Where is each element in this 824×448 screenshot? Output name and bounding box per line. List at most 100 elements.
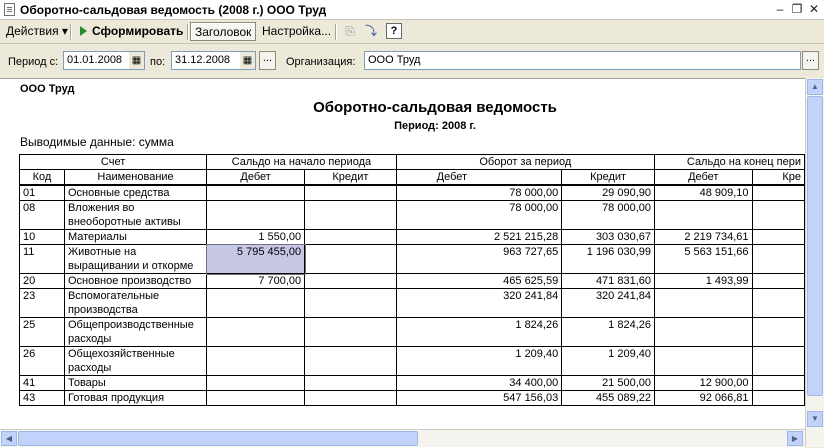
copy-icon[interactable]: ⎘ bbox=[341, 23, 359, 40]
close-button[interactable]: ✕ bbox=[806, 2, 822, 17]
header-toggle-button[interactable]: Заголовок bbox=[190, 22, 257, 41]
minimize-button[interactable]: – bbox=[772, 2, 788, 17]
turnover-credit-cell[interactable]: 455 089,22 bbox=[561, 390, 655, 406]
closing-credit-cell[interactable] bbox=[751, 184, 805, 201]
opening-credit-cell[interactable] bbox=[304, 346, 397, 376]
turnover-debit-cell[interactable]: 78 000,00 bbox=[395, 200, 563, 230]
account-name-cell[interactable]: Основное производство bbox=[63, 273, 208, 289]
closing-credit-cell[interactable] bbox=[751, 273, 805, 289]
account-code-cell[interactable]: 23 bbox=[19, 288, 65, 318]
actions-menu-button[interactable]: Действия ▾ bbox=[2, 22, 72, 41]
account-code-cell[interactable]: 20 bbox=[19, 273, 65, 289]
opening-credit-cell[interactable] bbox=[304, 375, 397, 391]
turnover-debit-cell[interactable]: 2 521 215,28 bbox=[395, 229, 563, 245]
turnover-credit-cell[interactable]: 21 500,00 bbox=[561, 375, 655, 391]
opening-debit-cell[interactable]: 7 700,00 bbox=[206, 273, 306, 289]
expand-icon[interactable]: ⤵ bbox=[362, 23, 380, 40]
turnover-debit-cell[interactable]: 1 824,26 bbox=[395, 317, 563, 347]
account-name-cell[interactable]: Вспомогательные производства bbox=[63, 288, 208, 318]
account-name-cell[interactable]: Товары bbox=[63, 375, 208, 391]
turnover-debit-cell[interactable]: 465 625,59 bbox=[395, 273, 563, 289]
opening-debit-cell[interactable] bbox=[206, 317, 306, 347]
turnover-credit-cell[interactable]: 303 030,67 bbox=[561, 229, 655, 245]
restore-button[interactable]: ❐ bbox=[789, 2, 805, 17]
closing-credit-cell[interactable] bbox=[751, 288, 805, 318]
turnover-debit-cell[interactable]: 1 209,40 bbox=[395, 346, 563, 376]
scroll-left-icon[interactable]: ◀ bbox=[1, 431, 17, 446]
account-name-cell[interactable]: Вложения во внеоборотные активы bbox=[63, 200, 208, 230]
closing-debit-cell[interactable]: 92 066,81 bbox=[654, 390, 753, 406]
opening-credit-cell[interactable] bbox=[304, 244, 397, 274]
account-name-cell[interactable]: Животные на выращивании и откорме bbox=[63, 244, 208, 274]
closing-credit-cell[interactable] bbox=[751, 244, 805, 274]
organization-input[interactable]: ООО Труд bbox=[364, 51, 801, 70]
account-code-cell[interactable]: 11 bbox=[19, 244, 65, 274]
turnover-debit-cell[interactable]: 34 400,00 bbox=[395, 375, 563, 391]
closing-debit-cell[interactable]: 1 493,99 bbox=[654, 273, 753, 289]
organization-select-button[interactable]: ... bbox=[802, 51, 819, 70]
opening-debit-cell[interactable] bbox=[206, 375, 306, 391]
account-code-cell[interactable]: 25 bbox=[19, 317, 65, 347]
opening-credit-cell[interactable] bbox=[304, 288, 397, 318]
closing-credit-cell[interactable] bbox=[751, 200, 805, 230]
turnover-debit-cell[interactable]: 320 241,84 bbox=[395, 288, 563, 318]
opening-credit-cell[interactable] bbox=[304, 200, 397, 230]
vertical-scroll-thumb[interactable] bbox=[807, 96, 823, 396]
opening-debit-cell[interactable] bbox=[206, 390, 306, 406]
closing-debit-cell[interactable] bbox=[654, 346, 753, 376]
turnover-credit-cell[interactable]: 1 196 030,99 bbox=[561, 244, 655, 274]
opening-debit-cell[interactable] bbox=[206, 200, 306, 230]
calendar-icon[interactable]: ▦ bbox=[129, 52, 144, 69]
closing-debit-cell[interactable]: 12 900,00 bbox=[654, 375, 753, 391]
account-code-cell[interactable]: 26 bbox=[19, 346, 65, 376]
account-code-cell[interactable]: 43 bbox=[19, 390, 65, 406]
turnover-debit-cell[interactable]: 547 156,03 bbox=[395, 390, 563, 406]
turnover-debit-cell[interactable]: 963 727,65 bbox=[395, 244, 563, 274]
opening-debit-cell[interactable]: 1 550,00 bbox=[206, 229, 306, 245]
closing-debit-cell[interactable]: 48 909,10 bbox=[654, 184, 753, 201]
scroll-right-icon[interactable]: ▶ bbox=[787, 431, 803, 446]
turnover-credit-cell[interactable]: 78 000,00 bbox=[561, 200, 655, 230]
opening-credit-cell[interactable] bbox=[304, 229, 397, 245]
settings-button[interactable]: Настройка... bbox=[258, 22, 335, 41]
closing-credit-cell[interactable] bbox=[751, 229, 805, 245]
closing-debit-cell[interactable] bbox=[654, 200, 753, 230]
opening-credit-cell[interactable] bbox=[304, 317, 397, 347]
period-select-button[interactable]: ... bbox=[259, 51, 276, 70]
account-code-cell[interactable]: 41 bbox=[19, 375, 65, 391]
scroll-up-icon[interactable]: ▲ bbox=[807, 79, 823, 95]
horizontal-scroll-thumb[interactable] bbox=[18, 431, 418, 446]
opening-debit-cell[interactable]: 5 795 455,00 bbox=[205, 243, 306, 275]
account-code-cell[interactable]: 01 bbox=[19, 184, 65, 201]
closing-credit-cell[interactable] bbox=[751, 346, 805, 376]
opening-debit-cell[interactable] bbox=[206, 346, 306, 376]
account-code-cell[interactable]: 08 bbox=[19, 200, 65, 230]
closing-credit-cell[interactable] bbox=[751, 317, 805, 347]
account-name-cell[interactable]: Готовая продукция bbox=[63, 390, 208, 406]
turnover-credit-cell[interactable]: 1 824,26 bbox=[561, 317, 655, 347]
closing-credit-cell[interactable] bbox=[751, 390, 805, 406]
account-code-cell[interactable]: 10 bbox=[19, 229, 65, 245]
closing-debit-cell[interactable]: 5 563 151,66 bbox=[654, 244, 753, 274]
closing-credit-cell[interactable] bbox=[751, 375, 805, 391]
account-name-cell[interactable]: Общепроизводственные расходы bbox=[63, 317, 208, 347]
opening-credit-cell[interactable] bbox=[304, 184, 397, 201]
closing-debit-cell[interactable] bbox=[654, 288, 753, 318]
calendar-icon[interactable]: ▦ bbox=[240, 52, 255, 69]
turnover-credit-cell[interactable]: 1 209,40 bbox=[561, 346, 655, 376]
opening-debit-cell[interactable] bbox=[206, 288, 306, 318]
turnover-debit-cell[interactable]: 78 000,00 bbox=[395, 184, 563, 201]
turnover-credit-cell[interactable]: 320 241,84 bbox=[561, 288, 655, 318]
generate-button[interactable]: Сформировать bbox=[76, 22, 187, 41]
turnover-credit-cell[interactable]: 29 090,90 bbox=[561, 184, 655, 201]
account-name-cell[interactable]: Основные средства bbox=[63, 184, 208, 201]
opening-credit-cell[interactable] bbox=[304, 273, 397, 289]
scroll-down-icon[interactable]: ▼ bbox=[807, 411, 823, 427]
vertical-scrollbar[interactable]: ▲ ▼ bbox=[805, 78, 824, 447]
opening-debit-cell[interactable] bbox=[206, 184, 306, 201]
closing-debit-cell[interactable]: 2 219 734,61 bbox=[654, 229, 753, 245]
horizontal-scrollbar[interactable]: ◀ ▶ bbox=[0, 429, 805, 447]
closing-debit-cell[interactable] bbox=[654, 317, 753, 347]
account-name-cell[interactable]: Материалы bbox=[63, 229, 208, 245]
help-icon[interactable]: ? bbox=[386, 23, 402, 39]
